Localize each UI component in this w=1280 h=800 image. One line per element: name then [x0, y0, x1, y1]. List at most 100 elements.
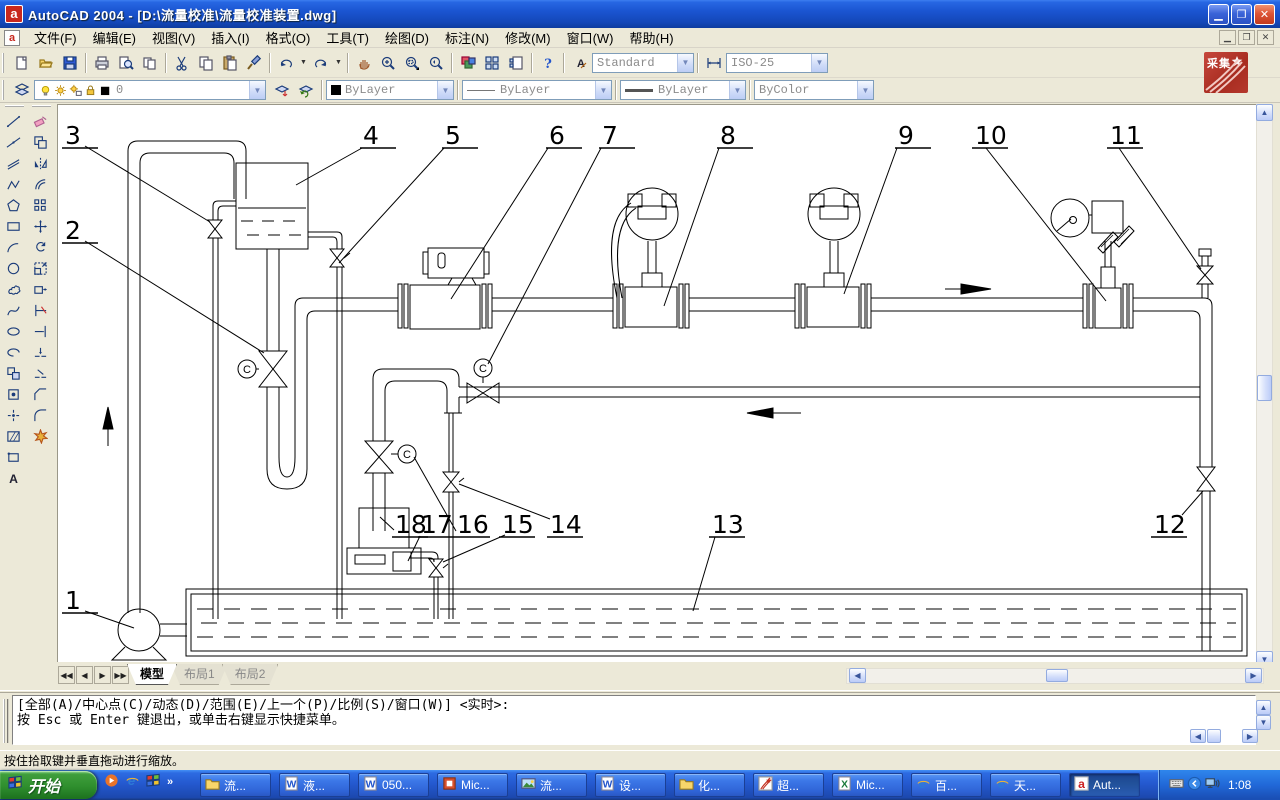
- spline-button[interactable]: [1, 301, 26, 322]
- tray-hidearr-icon[interactable]: [1187, 776, 1202, 794]
- start-button[interactable]: 开始: [0, 771, 97, 799]
- bulb-icon[interactable]: [39, 84, 52, 97]
- stretch-button[interactable]: [28, 280, 53, 301]
- taskbar-button-11[interactable]: aAut...: [1069, 773, 1140, 797]
- copy-button[interactable]: [194, 51, 218, 74]
- menu-item-10[interactable]: 帮助(H): [622, 26, 682, 49]
- move-button[interactable]: [28, 217, 53, 238]
- taskbar-button-1[interactable]: W液...: [279, 773, 350, 797]
- taskbar-button-6[interactable]: 化...: [674, 773, 745, 797]
- cmd-scroll-down-icon[interactable]: ▼: [1256, 715, 1271, 730]
- publish-button[interactable]: [138, 51, 162, 74]
- canvas-hscroll-thumb[interactable]: [1046, 669, 1068, 682]
- line-button[interactable]: [1, 112, 26, 133]
- make-current-button[interactable]: [270, 79, 294, 102]
- region-button[interactable]: [1, 448, 26, 469]
- undo-button[interactable]: [274, 51, 298, 74]
- caiji-badge[interactable]: 采集: [1204, 52, 1248, 93]
- color-combo[interactable]: ByLayer ▼: [326, 80, 454, 100]
- print-button[interactable]: [90, 51, 114, 74]
- text-style-combo[interactable]: Standard ▼: [592, 53, 694, 73]
- ellipse-button[interactable]: [1, 322, 26, 343]
- tray-monitor-icon[interactable]: [1205, 776, 1220, 794]
- dim-style-combo[interactable]: ISO-25 ▼: [726, 53, 828, 73]
- command-window-grip[interactable]: [3, 699, 9, 743]
- layer-combo[interactable]: 0 ▼: [34, 80, 266, 100]
- menu-item-5[interactable]: 工具(T): [318, 26, 377, 49]
- tab-模型[interactable]: 模型: [127, 664, 177, 685]
- menu-item-6[interactable]: 绘图(D): [377, 26, 437, 49]
- save-button[interactable]: [58, 51, 82, 74]
- menu-item-1[interactable]: 编辑(E): [85, 26, 144, 49]
- taskbar-button-9[interactable]: e百...: [911, 773, 982, 797]
- tray-keyboard-icon[interactable]: [1169, 776, 1184, 794]
- taskbar-button-0[interactable]: 流...: [200, 773, 271, 797]
- lineweight-combo[interactable]: ByLayer ▼: [620, 80, 746, 100]
- combo-arrow-icon[interactable]: ▼: [437, 81, 453, 99]
- mline-button[interactable]: [1, 154, 26, 175]
- taskbar-button-10[interactable]: e天...: [990, 773, 1061, 797]
- layer-previous-button[interactable]: [294, 79, 318, 102]
- toolpalettes-button[interactable]: [504, 51, 528, 74]
- revcloud-button[interactable]: [1, 280, 26, 301]
- doc-close-button[interactable]: ✕: [1257, 30, 1274, 45]
- combo-arrow-icon[interactable]: ▼: [729, 81, 745, 99]
- linetype-combo[interactable]: ByLayer ▼: [462, 80, 612, 100]
- menu-item-2[interactable]: 视图(V): [144, 26, 203, 49]
- scroll-left-icon[interactable]: ◀: [849, 668, 866, 683]
- combo-arrow-icon[interactable]: ▼: [677, 54, 693, 72]
- prev-tab-button[interactable]: ◀: [76, 666, 93, 684]
- zoom-realtime-button[interactable]: [376, 51, 400, 74]
- tab-布局2[interactable]: 布局2: [222, 664, 279, 685]
- polygon-button[interactable]: [1, 196, 26, 217]
- toolbar-grip[interactable]: [2, 53, 7, 73]
- quick-launch-chevron-icon[interactable]: »: [167, 776, 173, 788]
- new-button[interactable]: [10, 51, 34, 74]
- drawing-canvas[interactable]: 123456789101112131415161718 CCC: [57, 104, 1256, 662]
- zoom-window-button[interactable]: [400, 51, 424, 74]
- copy-object-button[interactable]: [28, 133, 53, 154]
- pan-button[interactable]: [352, 51, 376, 74]
- offset-button[interactable]: [28, 175, 53, 196]
- mirror-button[interactable]: [28, 154, 53, 175]
- rectangle-button[interactable]: [1, 217, 26, 238]
- command-text-area[interactable]: [全部(A)/中心点(C)/动态(D)/范围(E)/上一个(P)/比例(S)/窗…: [12, 695, 1256, 745]
- extend-button[interactable]: [28, 322, 53, 343]
- properties-button[interactable]: [456, 51, 480, 74]
- point-button[interactable]: [1, 406, 26, 427]
- scale-button[interactable]: [28, 259, 53, 280]
- paste-button[interactable]: [218, 51, 242, 74]
- mtext-button[interactable]: A: [1, 469, 26, 490]
- combo-arrow-icon[interactable]: ▼: [811, 54, 827, 72]
- hatch-button[interactable]: [1, 427, 26, 448]
- ellipse-arc-button[interactable]: [1, 343, 26, 364]
- make-block-button[interactable]: [1, 385, 26, 406]
- preview-button[interactable]: [114, 51, 138, 74]
- taskbar-button-2[interactable]: W050...: [358, 773, 429, 797]
- break-point-button[interactable]: [28, 343, 53, 364]
- combo-arrow-icon[interactable]: ▼: [595, 81, 611, 99]
- break-button[interactable]: [28, 364, 53, 385]
- menu-item-0[interactable]: 文件(F): [26, 26, 85, 49]
- last-tab-button[interactable]: ▶▶: [112, 666, 129, 684]
- menu-item-9[interactable]: 窗口(W): [559, 26, 622, 49]
- text-style-button[interactable]: A: [568, 51, 592, 74]
- menu-item-4[interactable]: 格式(O): [258, 26, 319, 49]
- taskbar-button-5[interactable]: W设...: [595, 773, 666, 797]
- scroll-right-icon[interactable]: ▶: [1245, 668, 1262, 683]
- cmd-scroll-right-icon[interactable]: ▶: [1242, 729, 1258, 743]
- circle-button[interactable]: [1, 259, 26, 280]
- zoom-previous-button[interactable]: [424, 51, 448, 74]
- taskbar-button-8[interactable]: XMic...: [832, 773, 903, 797]
- insert-block-button[interactable]: [1, 364, 26, 385]
- rotate-button[interactable]: [28, 238, 53, 259]
- combo-arrow-icon[interactable]: ▼: [249, 81, 265, 99]
- menu-item-7[interactable]: 标注(N): [437, 26, 497, 49]
- matchprop-button[interactable]: [242, 51, 266, 74]
- minimize-button[interactable]: ▁: [1208, 4, 1229, 25]
- doc-restore-button[interactable]: ❐: [1238, 30, 1255, 45]
- xline-button[interactable]: [1, 133, 26, 154]
- canvas-vscroll-thumb[interactable]: [1257, 375, 1272, 401]
- sun-icon[interactable]: [54, 84, 67, 97]
- explode-button[interactable]: [28, 427, 53, 448]
